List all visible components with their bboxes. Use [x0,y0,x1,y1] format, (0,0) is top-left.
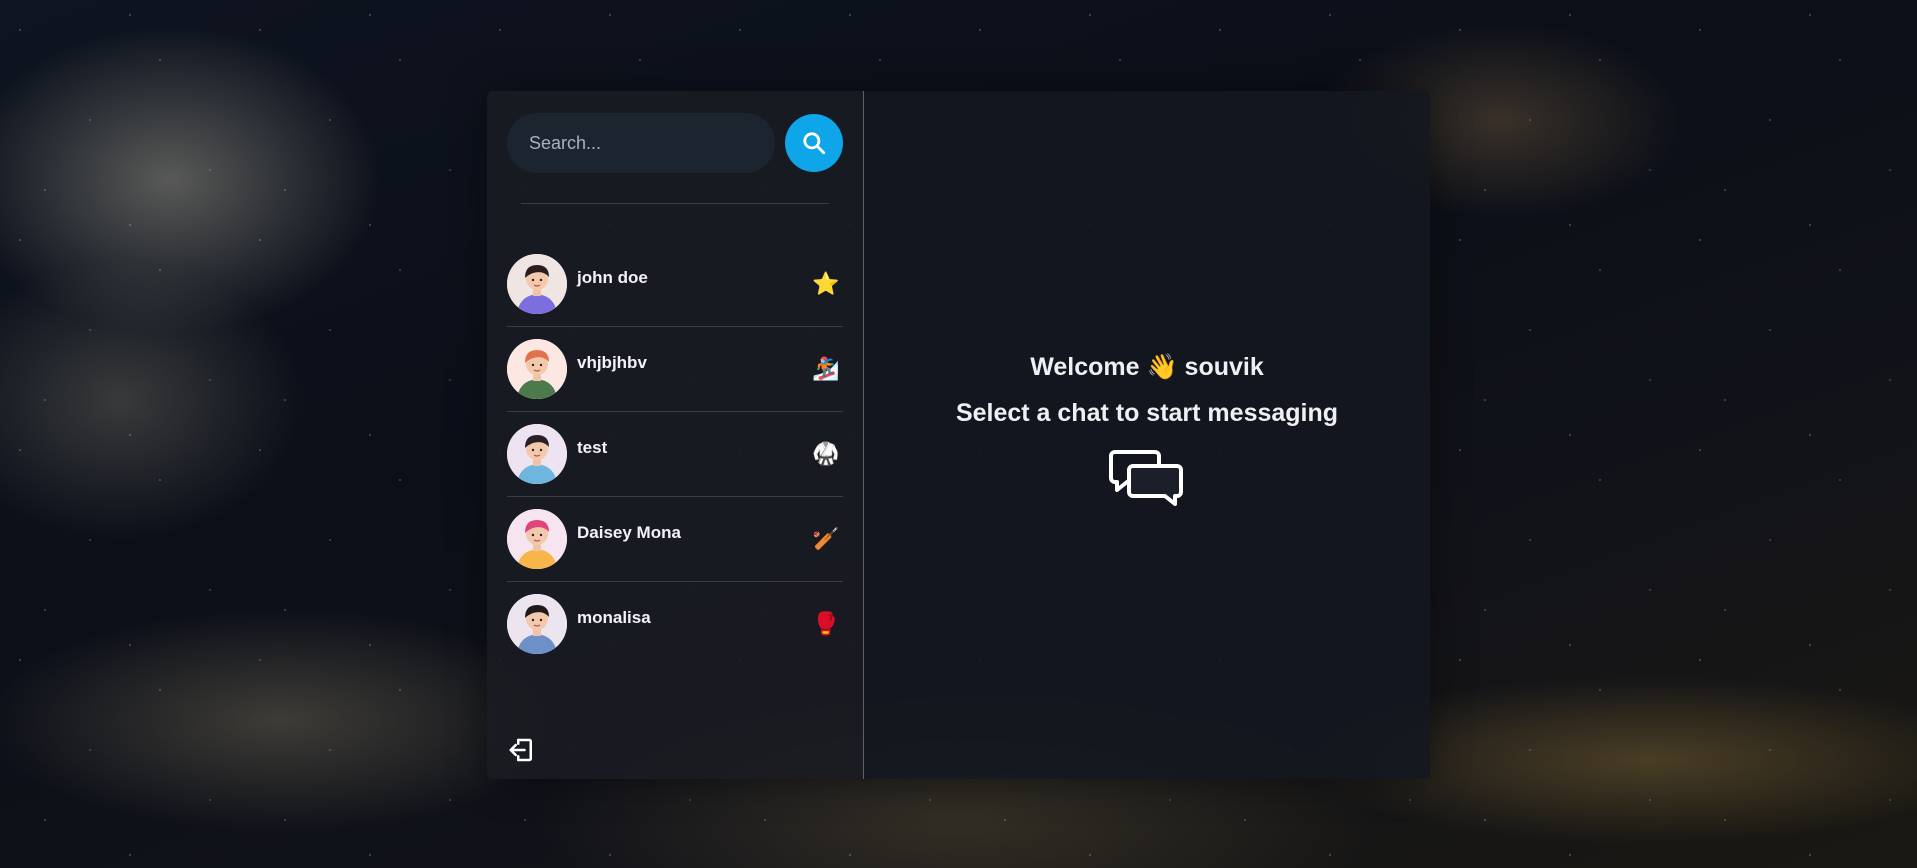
conversation-name: john doe [577,268,648,287]
conversation-item[interactable]: vhjbjhbv 🏂 [507,329,843,409]
conversation-item[interactable]: Daisey Mona 🏏 [507,499,843,579]
conversation-name: Daisey Mona [577,523,681,542]
conversation-separator [507,326,843,327]
main-panel: Welcome 👋 souvik Select a chat to start … [864,91,1430,779]
conversation-emoji: ⭐ [812,271,840,296]
conversation-emoji: 🏏 [812,526,840,551]
conversation-emoji: 🏂 [812,356,840,381]
search-form [507,113,843,173]
avatar [507,424,567,484]
conversation-item[interactable]: test 🥋 [507,414,843,494]
conversation-emoji: 🥋 [812,441,840,466]
search-button[interactable] [785,114,843,172]
conversation-separator [507,496,843,497]
sidebar-divider [521,203,829,204]
conversation-separator [507,581,843,582]
logout-button[interactable] [507,735,537,765]
logout-icon [509,738,532,762]
welcome-message: Welcome 👋 souvik Select a chat to start … [956,344,1338,515]
welcome-greeting: Welcome 👋 souvik [1030,352,1264,381]
conversation-list: john doe ⭐ vhjbjhbv 🏂 test 🥋 Daisey Mona 🏏 monal… [507,244,843,664]
conversation-emoji: 🥊 [812,611,840,636]
avatar [507,594,567,654]
conversation-name: monalisa [577,608,651,627]
search-input[interactable] [507,113,775,173]
conversation-item[interactable]: monalisa 🥊 [507,584,843,664]
conversation-name: test [577,438,608,457]
welcome-prompt: Select a chat to start messaging [955,398,1339,427]
avatar [507,509,567,569]
avatar [507,254,567,314]
conversation-name: vhjbjhbv [577,353,647,372]
search-icon [803,132,826,155]
sidebar: john doe ⭐ vhjbjhbv 🏂 test 🥋 Daisey Mona 🏏 monal… [487,91,864,779]
avatar [507,339,567,399]
chat-bubbles-icon [1109,449,1183,506]
chat-app-window: john doe ⭐ vhjbjhbv 🏂 test 🥋 Daisey Mona 🏏 monal… [487,91,1430,779]
conversation-separator [507,411,843,412]
conversation-item[interactable]: john doe ⭐ [507,244,843,324]
